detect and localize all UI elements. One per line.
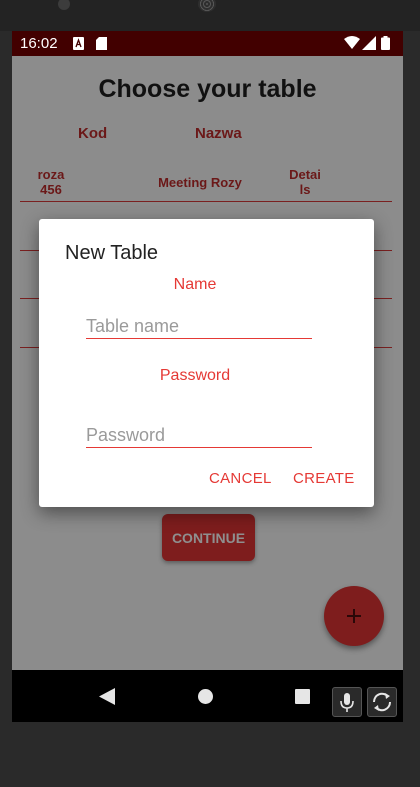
page-title: Choose your table — [98, 75, 317, 103]
status-time: 16:02 — [20, 35, 58, 52]
rotate-button[interactable] — [367, 687, 397, 717]
row-divider — [20, 201, 392, 202]
password-input[interactable] — [86, 423, 312, 448]
cancel-button[interactable]: CANCEL — [209, 470, 272, 487]
create-button[interactable]: CREATE — [293, 470, 355, 487]
column-header-code: Kod — [78, 125, 108, 142]
notification-a-icon — [73, 37, 84, 50]
home-icon[interactable] — [198, 689, 213, 704]
wifi-icon — [344, 36, 360, 49]
device-bezel-top — [0, 0, 420, 31]
sd-card-icon — [96, 37, 107, 50]
row-code[interactable]: roza 456 — [34, 167, 68, 197]
navigation-bar — [12, 670, 403, 722]
speaker-grille — [198, 0, 216, 12]
add-table-button[interactable] — [324, 586, 384, 646]
back-icon[interactable] — [99, 688, 116, 705]
continue-button[interactable]: CONTINUE — [162, 514, 255, 561]
dialog-title: New Table — [65, 242, 159, 264]
battery-icon — [381, 36, 390, 50]
column-header-name: Nazwa — [195, 125, 242, 142]
microphone-icon — [340, 693, 354, 712]
mic-button[interactable] — [332, 687, 362, 717]
plus-icon — [347, 609, 361, 623]
name-label: Name — [173, 276, 217, 293]
password-label: Password — [159, 367, 231, 384]
front-camera — [58, 0, 70, 10]
status-bar: 16:02 — [12, 31, 403, 56]
recents-icon[interactable] — [295, 689, 310, 704]
phone-screen: 16:02 Choose your table Kod Nazwa roza 4… — [12, 31, 403, 722]
table-name-input[interactable] — [86, 314, 312, 339]
new-table-dialog: New Table Name Password CANCEL CREATE — [39, 219, 374, 507]
row-details-button[interactable]: Detai ls — [285, 167, 325, 197]
cell-signal-icon — [362, 36, 376, 50]
rotate-icon — [372, 692, 392, 712]
row-name[interactable]: Meeting Rozy — [130, 175, 270, 190]
